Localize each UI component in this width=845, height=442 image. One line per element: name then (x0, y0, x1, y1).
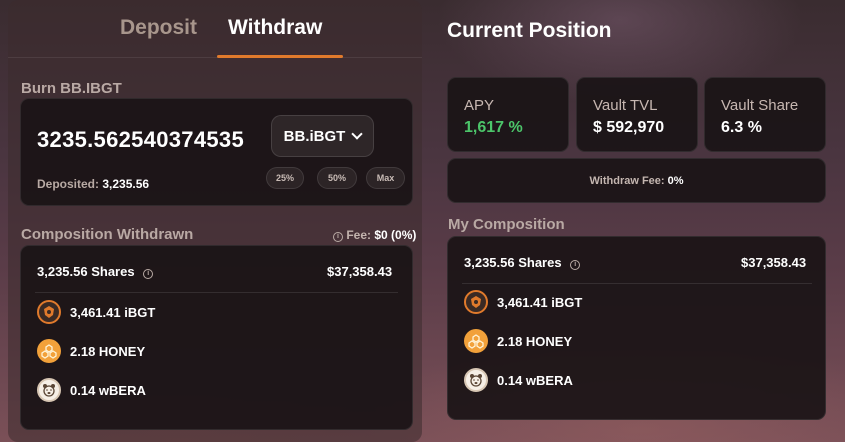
token-amount: 0.14 wBERA (70, 382, 146, 398)
withdraw-fee-value: 0% (667, 174, 684, 187)
token-row-ibgt: 3,461.41 iBGT (464, 290, 582, 314)
fee-label: Fee: (346, 228, 372, 242)
token-amount: 2.18 HONEY (70, 343, 146, 359)
honey-icon (464, 329, 488, 353)
wbera-icon (37, 378, 61, 402)
my-composition-card: 3,235.56 Shares i $37,358.43 3,461.41 iB… (447, 236, 826, 420)
pct-25-button[interactable]: 25% (266, 167, 304, 189)
token-amount: 3,461.41 iBGT (497, 294, 583, 310)
burn-label: Burn BB.IBGT (21, 80, 122, 97)
info-icon[interactable]: i (143, 269, 154, 279)
deposited-label: Deposited: (37, 177, 100, 191)
max-button[interactable]: Max (366, 167, 405, 189)
divider (462, 283, 812, 284)
apy-label: APY (464, 97, 495, 114)
vault-tvl-label: Vault TVL (593, 97, 658, 114)
composition-withdrawn-card: 3,235.56 Shares i $37,358.43 3,461.41 iB… (20, 245, 413, 430)
vault-tvl-card: Vault TVL $ 592,970 (576, 77, 698, 152)
composition-withdrawn-label: Composition Withdrawn (21, 226, 194, 243)
token-row-honey: 2.18 HONEY (37, 339, 145, 363)
token-select[interactable]: BB.iBGT (271, 115, 374, 157)
vault-share-card: Vault Share 6.3 % (704, 77, 826, 152)
fee-info: i Fee: $0 (0%) (333, 228, 416, 242)
info-icon: i (333, 232, 343, 242)
withdraw-fee-card: Withdraw Fee: 0% (447, 158, 826, 203)
wbera-icon (464, 368, 488, 392)
ibgt-icon (464, 290, 488, 314)
deposited-balance: Deposited: 3,235.56 (37, 177, 149, 191)
token-row-ibgt: 3,461.41 iBGT (37, 300, 155, 324)
apy-card: APY 1,617 % (447, 77, 569, 152)
current-position-title: Current Position (447, 19, 612, 42)
chevron-down-icon (351, 128, 363, 140)
shares-row: 3,235.56 Shares i (37, 264, 154, 279)
honey-icon (37, 339, 61, 363)
shares-row: 3,235.56 Shares i (464, 255, 581, 270)
burn-input-card: 3235.562540374535 BB.iBGT Deposited: 3,2… (20, 98, 413, 206)
token-amount: 0.14 wBERA (497, 372, 573, 388)
my-composition-label: My Composition (448, 216, 565, 233)
shares-usd-value: $37,358.43 (741, 255, 807, 270)
shares-amount: 3,235.56 Shares (37, 264, 135, 279)
info-icon[interactable]: i (570, 260, 581, 270)
burn-amount-input[interactable]: 3235.562540374535 (37, 127, 244, 153)
vault-share-value: 6.3 % (721, 119, 762, 136)
vault-share-label: Vault Share (721, 97, 799, 114)
apy-value: 1,617 % (464, 119, 523, 136)
token-row-honey: 2.18 HONEY (464, 329, 572, 353)
withdraw-panel: Deposit Withdraw Burn BB.IBGT 3235.56254… (8, 0, 422, 442)
active-tab-indicator (217, 55, 343, 58)
shares-amount: 3,235.56 Shares (464, 255, 562, 270)
tab-withdraw[interactable]: Withdraw (228, 16, 322, 40)
token-row-wbera: 0.14 wBERA (464, 368, 573, 392)
divider (35, 292, 398, 293)
token-amount: 3,461.41 iBGT (70, 304, 156, 320)
fee-value: $0 (0%) (374, 228, 417, 242)
token-amount: 2.18 HONEY (497, 333, 573, 349)
token-select-label: BB.iBGT (283, 127, 346, 145)
shares-usd-value: $37,358.43 (327, 264, 393, 279)
token-row-wbera: 0.14 wBERA (37, 378, 146, 402)
tab-bar: Deposit Withdraw (8, 0, 422, 58)
pct-50-button[interactable]: 50% (317, 167, 357, 189)
withdraw-fee-label: Withdraw Fee: (589, 174, 665, 187)
tab-deposit[interactable]: Deposit (120, 16, 197, 40)
withdraw-fee: Withdraw Fee: 0% (448, 159, 825, 202)
ibgt-icon (37, 300, 61, 324)
vault-tvl-value: $ 592,970 (593, 119, 665, 136)
deposited-value: 3,235.56 (102, 177, 150, 191)
